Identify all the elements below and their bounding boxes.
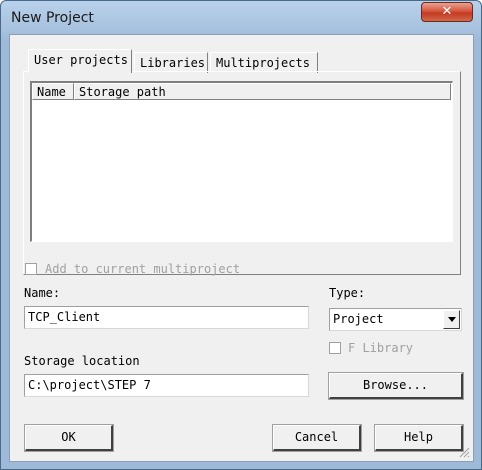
type-label: Type: (329, 286, 366, 300)
type-dropdown-button[interactable] (443, 310, 460, 329)
help-button[interactable]: Help (374, 424, 464, 452)
resize-grip-icon[interactable] (458, 446, 470, 458)
browse-button-label: Browse... (362, 378, 429, 392)
chevron-down-icon (448, 317, 456, 322)
name-input-value: TCP_Client (28, 310, 101, 324)
tab-multiprojects[interactable]: Multiprojects (210, 52, 318, 73)
name-input[interactable]: TCP_Client (24, 306, 309, 329)
dialog-body: User projects Libraries Multiprojects Na… (9, 34, 474, 462)
f-library-label: F Library (348, 341, 414, 355)
title-bar[interactable]: New Project ✕ (1, 1, 481, 35)
ok-button[interactable]: OK (24, 424, 114, 452)
column-header-storage-path[interactable]: Storage path (74, 83, 451, 100)
column-label: Storage path (79, 85, 166, 99)
tab-user-projects[interactable]: User projects (28, 49, 132, 73)
column-header-name[interactable]: Name (32, 83, 74, 100)
f-library-checkbox[interactable] (329, 342, 341, 354)
project-list[interactable]: Name Storage path (30, 81, 453, 242)
ok-button-label: OK (61, 430, 76, 444)
name-label: Name: (24, 286, 61, 300)
type-selected-value: Project (333, 312, 384, 326)
add-to-multiproject-checkbox[interactable] (25, 263, 37, 275)
storage-location-input[interactable]: C:\project\STEP 7 (24, 374, 309, 397)
add-to-multiproject-label: Add to current multiproject (45, 262, 241, 276)
column-label: Name (37, 85, 66, 99)
tab-libraries[interactable]: Libraries (134, 52, 208, 73)
close-button[interactable]: ✕ (421, 2, 473, 22)
window-title: New Project (11, 10, 94, 26)
new-project-dialog: New Project ✕ User projects Libraries Mu… (0, 0, 482, 470)
help-button-label: Help (404, 430, 433, 444)
browse-button[interactable]: Browse... (328, 372, 464, 400)
close-icon: ✕ (441, 4, 453, 19)
storage-location-value: C:\project\STEP 7 (28, 378, 151, 392)
storage-location-label: Storage location (24, 354, 140, 368)
tab-label: Multiprojects (216, 56, 310, 70)
tab-label: User projects (34, 53, 128, 67)
cancel-button-label: Cancel (294, 430, 339, 444)
tab-label: Libraries (140, 56, 206, 70)
type-select[interactable]: Project (329, 308, 462, 331)
cancel-button[interactable]: Cancel (272, 424, 362, 452)
